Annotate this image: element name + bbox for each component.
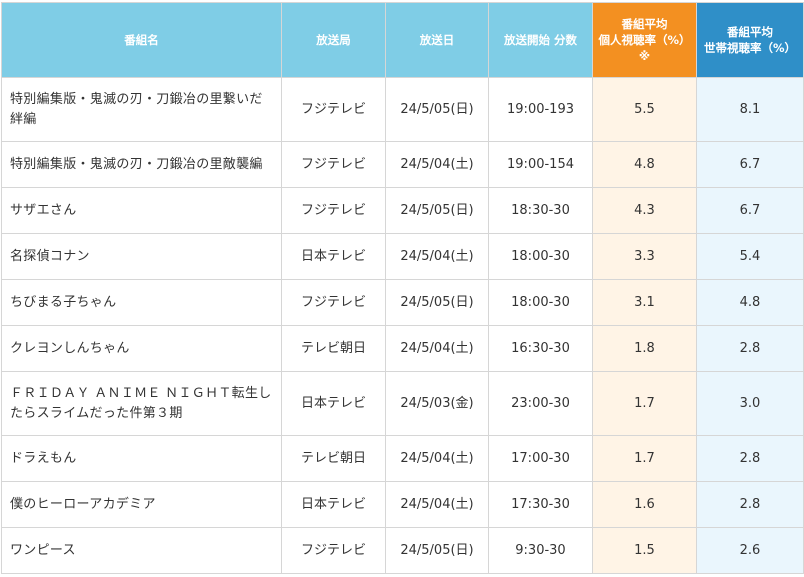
individual-rating: 1.7 <box>592 435 697 482</box>
station: 日本テレビ <box>281 233 386 280</box>
program-title: ワンピース <box>1 527 282 574</box>
table-row: クレヨンしんちゃん テレビ朝日 24/5/04(土) 16:30-30 1.8 … <box>1 325 804 372</box>
individual-rating: 4.8 <box>592 141 697 188</box>
start-time-duration: 23:00-30 <box>488 371 593 436</box>
header-individual-rating: 番組平均 個人視聴率（%） ※ <box>592 2 697 78</box>
program-title: クレヨンしんちゃん <box>1 325 282 372</box>
broadcast-date: 24/5/04(土) <box>385 481 489 528</box>
household-rating: 2.6 <box>696 527 804 574</box>
broadcast-date: 24/5/03(金) <box>385 371 489 436</box>
start-time-duration: 18:00-30 <box>488 279 593 326</box>
household-rating: 3.0 <box>696 371 804 436</box>
header-title: 番組名 <box>1 2 282 78</box>
program-title: ちびまる子ちゃん <box>1 279 282 326</box>
station: フジテレビ <box>281 187 386 234</box>
household-rating: 6.7 <box>696 187 804 234</box>
program-title: 特別編集版・鬼滅の刃・刀鍛冶の里敵襲編 <box>1 141 282 188</box>
individual-rating: 5.5 <box>592 77 697 142</box>
individual-rating: 1.5 <box>592 527 697 574</box>
start-time-duration: 9:30-30 <box>488 527 593 574</box>
table-header-row: 番組名 放送局 放送日 放送開始 分数 番組平均 個人視聴率（%） ※ 番組平均… <box>1 2 804 78</box>
household-rating: 5.4 <box>696 233 804 280</box>
ratings-table: 番組名 放送局 放送日 放送開始 分数 番組平均 個人視聴率（%） ※ 番組平均… <box>1 2 804 574</box>
broadcast-date: 24/5/04(土) <box>385 435 489 482</box>
table-row: 特別編集版・鬼滅の刃・刀鍛冶の里敵襲編 フジテレビ 24/5/04(土) 19:… <box>1 141 804 188</box>
household-rating: 2.8 <box>696 481 804 528</box>
table-row: 名探偵コナン 日本テレビ 24/5/04(土) 18:00-30 3.3 5.4 <box>1 233 804 280</box>
start-time-duration: 16:30-30 <box>488 325 593 372</box>
household-rating: 2.8 <box>696 435 804 482</box>
start-time-duration: 17:00-30 <box>488 435 593 482</box>
broadcast-date: 24/5/05(日) <box>385 527 489 574</box>
ratings-page: 番組名 放送局 放送日 放送開始 分数 番組平均 個人視聴率（%） ※ 番組平均… <box>0 0 804 577</box>
household-rating: 4.8 <box>696 279 804 326</box>
program-title: サザエさん <box>1 187 282 234</box>
program-title: 名探偵コナン <box>1 233 282 280</box>
table-row: ＦＲＩＤＡＹ ＡＮＩＭＥ ＮＩＧＨＴ転生したらスライムだった件第３期 日本テレビ… <box>1 371 804 436</box>
station: テレビ朝日 <box>281 325 386 372</box>
start-time-duration: 19:00-193 <box>488 77 593 142</box>
program-title: ＦＲＩＤＡＹ ＡＮＩＭＥ ＮＩＧＨＴ転生したらスライムだった件第３期 <box>1 371 282 436</box>
program-title: ドラえもん <box>1 435 282 482</box>
table-row: サザエさん フジテレビ 24/5/05(日) 18:30-30 4.3 6.7 <box>1 187 804 234</box>
program-title: 僕のヒーローアカデミア <box>1 481 282 528</box>
header-household-rating: 番組平均 世帯視聴率（%） <box>696 2 804 78</box>
individual-rating: 3.1 <box>592 279 697 326</box>
broadcast-date: 24/5/04(土) <box>385 141 489 188</box>
broadcast-date: 24/5/05(日) <box>385 77 489 142</box>
station: フジテレビ <box>281 279 386 326</box>
station: テレビ朝日 <box>281 435 386 482</box>
individual-rating: 1.7 <box>592 371 697 436</box>
start-time-duration: 18:00-30 <box>488 233 593 280</box>
broadcast-date: 24/5/05(日) <box>385 187 489 234</box>
broadcast-date: 24/5/05(日) <box>385 279 489 326</box>
header-start-time: 放送開始 分数 <box>488 2 593 78</box>
household-rating: 2.8 <box>696 325 804 372</box>
station: フジテレビ <box>281 77 386 142</box>
table-row: ちびまる子ちゃん フジテレビ 24/5/05(日) 18:00-30 3.1 4… <box>1 279 804 326</box>
individual-rating: 1.8 <box>592 325 697 372</box>
program-title: 特別編集版・鬼滅の刃・刀鍛冶の里繋いだ絆編 <box>1 77 282 142</box>
start-time-duration: 18:30-30 <box>488 187 593 234</box>
individual-rating: 4.3 <box>592 187 697 234</box>
broadcast-date: 24/5/04(土) <box>385 325 489 372</box>
header-date: 放送日 <box>385 2 489 78</box>
station: 日本テレビ <box>281 371 386 436</box>
broadcast-date: 24/5/04(土) <box>385 233 489 280</box>
start-time-duration: 19:00-154 <box>488 141 593 188</box>
table-row: 僕のヒーローアカデミア 日本テレビ 24/5/04(土) 17:30-30 1.… <box>1 481 804 528</box>
table-row: 特別編集版・鬼滅の刃・刀鍛冶の里繋いだ絆編 フジテレビ 24/5/05(日) 1… <box>1 77 804 142</box>
station: 日本テレビ <box>281 481 386 528</box>
household-rating: 8.1 <box>696 77 804 142</box>
individual-rating: 1.6 <box>592 481 697 528</box>
station: フジテレビ <box>281 527 386 574</box>
individual-rating: 3.3 <box>592 233 697 280</box>
station: フジテレビ <box>281 141 386 188</box>
table-row: ドラえもん テレビ朝日 24/5/04(土) 17:00-30 1.7 2.8 <box>1 435 804 482</box>
table-row: ワンピース フジテレビ 24/5/05(日) 9:30-30 1.5 2.6 <box>1 527 804 574</box>
start-time-duration: 17:30-30 <box>488 481 593 528</box>
household-rating: 6.7 <box>696 141 804 188</box>
header-station: 放送局 <box>281 2 386 78</box>
